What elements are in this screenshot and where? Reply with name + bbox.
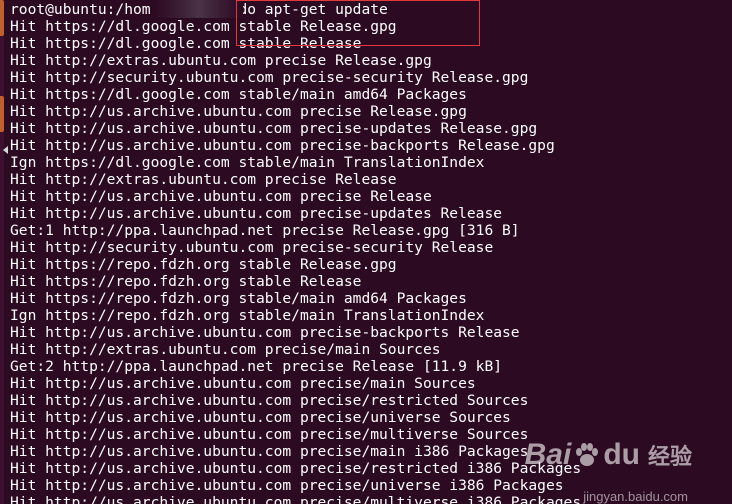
terminal-line: Get:2 http://ppa.launchpad.net precise R… bbox=[10, 358, 503, 375]
terminal-line: Ign https://repo.fdzh.org stable/main Tr… bbox=[10, 307, 485, 324]
terminal-line: Hit http://extras.ubuntu.com precise Rel… bbox=[10, 171, 397, 188]
terminal-line: Hit http://us.archive.ubuntu.com precise… bbox=[10, 188, 432, 205]
command-highlight-box bbox=[236, 0, 480, 46]
terminal-line: Get:1 http://ppa.launchpad.net precise R… bbox=[10, 222, 520, 239]
brand-text-a: Bai bbox=[524, 438, 572, 471]
terminal-line: Hit http://us.archive.ubuntu.com precise… bbox=[10, 392, 529, 409]
terminal-line: Hit https://repo.fdzh.org stable Release bbox=[10, 273, 362, 290]
terminal-line: Hit https://repo.fdzh.org stable Release… bbox=[10, 256, 397, 273]
watermark-url: jingyan.baidu.com bbox=[583, 489, 688, 504]
watermark: Bai du 经验 jingyan.baidu.com bbox=[492, 424, 692, 504]
launcher-edge bbox=[0, 0, 4, 504]
terminal-line: Hit http://us.archive.ubuntu.com precise… bbox=[10, 120, 538, 137]
paw-icon bbox=[576, 443, 599, 466]
terminal-line: Hit https://repo.fdzh.org stable/main am… bbox=[10, 290, 467, 307]
terminal-line: Ign https://dl.google.com stable/main Tr… bbox=[10, 154, 485, 171]
terminal-line: Hit http://us.archive.ubuntu.com precise… bbox=[10, 324, 520, 341]
terminal-line: Hit http://security.ubuntu.com precise-s… bbox=[10, 69, 529, 86]
brand-sub: 经验 bbox=[647, 444, 692, 469]
redacted-path-blur bbox=[155, 0, 243, 18]
terminal-line: Hit http://security.ubuntu.com precise-s… bbox=[10, 239, 494, 256]
launcher-tab-top[interactable] bbox=[0, 0, 4, 36]
brand-text-b: du bbox=[603, 438, 640, 471]
terminal-line: Hit http://us.archive.ubuntu.com precise… bbox=[10, 375, 476, 392]
terminal-line: Hit https://dl.google.com stable/main am… bbox=[10, 86, 467, 103]
terminal-line: Hit http://extras.ubuntu.com precise Rel… bbox=[10, 52, 432, 69]
active-window-arrow-icon bbox=[3, 146, 8, 154]
terminal-line: Hit http://us.archive.ubuntu.com precise… bbox=[10, 137, 555, 154]
terminal-window[interactable]: root@ubuntu:/hom udo apt-get updateHit h… bbox=[0, 0, 732, 504]
baidu-logo: Bai du 经验 bbox=[525, 438, 692, 472]
terminal-line: Hit http://us.archive.ubuntu.com precise… bbox=[10, 205, 503, 222]
launcher-tab-middle[interactable] bbox=[0, 96, 4, 132]
terminal-line: Hit http://extras.ubuntu.com precise/mai… bbox=[10, 341, 441, 358]
terminal-line: Hit http://us.archive.ubuntu.com precise… bbox=[10, 103, 467, 120]
